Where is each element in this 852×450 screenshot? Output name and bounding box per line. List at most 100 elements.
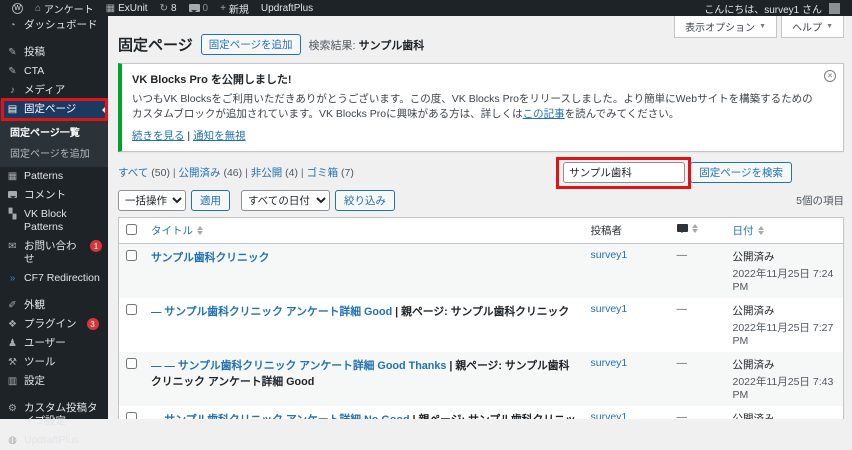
table-row: — サンプル歯科クリニック アンケート詳細 Good | 親ページ: サンプル歯…	[119, 298, 844, 352]
new-content-menu[interactable]: + 新規	[214, 1, 255, 16]
dashboard-icon: ◔	[7, 19, 18, 32]
sidebar-item-updraftplus[interactable]: ◍ UpdraftPlus	[0, 431, 108, 450]
item-count: 5個の項目	[796, 193, 844, 208]
bulk-action-select[interactable]: 一括操作	[118, 190, 186, 211]
pages-submenu: 固定ページ一覧 固定ページを追加	[0, 119, 108, 167]
table-row: — サンプル歯科クリニック アンケート詳細 No Good | 親ページ: サン…	[119, 406, 844, 419]
sidebar-item-contact[interactable]: ✉ お問い合わせ 1	[0, 237, 108, 269]
wrench-icon: ⚒	[7, 356, 18, 369]
comments-menu[interactable]: 0	[183, 3, 215, 14]
sidebar-item-pages[interactable]: ▤ 固定ページ	[0, 100, 108, 119]
plugins-badge: 3	[87, 318, 99, 330]
search-results-label: 検索結果:	[309, 40, 356, 52]
sidebar-item-users[interactable]: ♟ ユーザー	[0, 334, 108, 353]
sidebar-item-label: メディア	[24, 84, 65, 97]
table-header-row: タイトル 投稿者 日付	[119, 218, 844, 244]
author-link[interactable]: survey1	[591, 411, 628, 419]
search-input[interactable]	[563, 162, 685, 183]
search-pages-button[interactable]: 固定ページを検索	[690, 162, 792, 183]
sidebar-item-cf7-redirection[interactable]: » CF7 Redirection	[0, 269, 108, 288]
apply-button[interactable]: 適用	[191, 190, 230, 211]
updraftplus-menu[interactable]: UpdraftPlus	[255, 3, 319, 14]
page-title-link[interactable]: サンプル歯科クリニック アンケート詳細 No Good	[164, 414, 409, 419]
sidebar-item-label: カスタム投稿タイプ設定	[24, 402, 102, 428]
notice-article-link[interactable]: この記事	[523, 108, 565, 120]
sidebar-item-plugins[interactable]: ❖ プラグイン 3	[0, 315, 108, 334]
date-filter-select[interactable]: すべての日付	[241, 190, 330, 211]
filter-trash-link[interactable]: ゴミ箱	[307, 167, 339, 179]
row-checkbox[interactable]	[126, 250, 137, 261]
sidebar-item-tools[interactable]: ⚒ ツール	[0, 353, 108, 372]
publish-date: 2022年11月25日 7:27 PM	[733, 320, 837, 347]
add-page-button[interactable]: 固定ページを追加	[201, 34, 301, 55]
sidebar-item-label: CTA	[24, 65, 44, 78]
sidebar-item-cta[interactable]: ✎ CTA	[0, 62, 108, 81]
media-icon: ♪	[7, 84, 18, 97]
read-more-link[interactable]: 続きを見る	[132, 130, 185, 142]
sidebar-item-custom-post-type[interactable]: ⚙ カスタム投稿タイプ設定	[0, 399, 108, 431]
help-label: ヘルプ	[792, 19, 822, 34]
sidebar-item-label: 固定ページ	[24, 103, 76, 116]
admin-sidebar: ◔ ダッシュボード ✎ 投稿 ✎ CTA ♪ メディア ▤ 固定ページ 固定ペー…	[0, 16, 108, 419]
filter-published-link[interactable]: 公開済み	[179, 167, 221, 179]
sort-by-date[interactable]: 日付	[733, 223, 764, 238]
filter-all-link[interactable]: すべて	[118, 167, 148, 179]
select-all-checkbox[interactable]	[126, 224, 137, 235]
wp-logo-menu[interactable]: W	[6, 3, 29, 14]
sidebar-item-label: ダッシュボード	[24, 19, 98, 32]
exunit-label: ExUnit	[118, 3, 147, 14]
sidebar-item-media[interactable]: ♪ メディア	[0, 81, 108, 100]
sidebar-item-label: コメント	[24, 189, 66, 202]
author-link[interactable]: survey1	[591, 303, 628, 315]
sidebar-item-label: お問い合わせ	[24, 240, 80, 266]
publish-status: 公開済み	[733, 303, 837, 318]
contact-badge: 1	[90, 240, 102, 252]
sidebar-item-dashboard[interactable]: ◔ ダッシュボード	[0, 16, 108, 35]
row-checkbox[interactable]	[126, 304, 137, 315]
screen-options-label: 表示オプション	[685, 19, 755, 34]
help-button[interactable]: ヘルプ ▼	[781, 16, 844, 38]
updates-menu[interactable]: ↻ 8	[154, 3, 183, 14]
sidebar-item-patterns[interactable]: ▦ Patterns	[0, 167, 108, 186]
link-separator: |	[187, 130, 190, 142]
page-title-link[interactable]: サンプル歯科クリニック アンケート詳細 Good Thanks	[178, 360, 447, 372]
gear-icon: ⚙	[7, 402, 18, 415]
comment-count-dash: —	[677, 303, 688, 315]
table-row: — — サンプル歯科クリニック アンケート詳細 Good Thanks | 親ペ…	[119, 352, 844, 406]
sort-by-title[interactable]: タイトル	[151, 223, 203, 238]
author-link[interactable]: survey1	[591, 357, 628, 369]
sidebar-item-appearance[interactable]: ✐ 外観	[0, 296, 108, 315]
page-title-link[interactable]: サンプル歯科クリニック	[151, 252, 269, 264]
publish-status: 公開済み	[733, 357, 837, 372]
sidebar-item-label: VK Block Patterns	[24, 208, 102, 234]
page-title-link[interactable]: サンプル歯科クリニック アンケート詳細 Good	[164, 306, 392, 318]
author-link[interactable]: survey1	[591, 249, 628, 261]
close-icon[interactable]: ✕	[824, 70, 836, 82]
dismiss-notice-link[interactable]: 通知を無視	[193, 130, 246, 142]
submenu-item-all-pages[interactable]: 固定ページ一覧	[0, 121, 108, 142]
filter-private-link[interactable]: 非公開	[251, 167, 283, 179]
comment-count-dash: —	[677, 411, 688, 419]
notice-body: いつもVK Blocksをご利用いただきありがとうございます。この度、VK Bl…	[132, 92, 817, 122]
sidebar-item-comments[interactable]: コメント	[0, 186, 108, 205]
home-icon: ⌂	[35, 3, 41, 14]
exunit-menu[interactable]: ▦ ExUnit	[100, 3, 154, 14]
site-name-menu[interactable]: ⌂ アンケート	[29, 1, 100, 16]
exunit-icon: ▦	[106, 3, 115, 14]
row-checkbox[interactable]	[126, 412, 137, 419]
my-account-menu[interactable]: こんにちは、survey1 さん	[698, 1, 846, 16]
filter-trash-count: (7)	[341, 167, 354, 179]
submenu-item-add-page[interactable]: 固定ページを追加	[0, 142, 108, 163]
search-results-subtitle: 検索結果: サンプル歯科	[309, 37, 425, 53]
sort-by-comments[interactable]	[677, 224, 698, 233]
sidebar-item-vk-block-patterns[interactable]: ▚ VK Block Patterns	[0, 205, 108, 237]
screen-options-button[interactable]: 表示オプション ▼	[674, 16, 777, 38]
publish-date: 2022年11月25日 7:43 PM	[733, 374, 837, 401]
sidebar-item-posts[interactable]: ✎ 投稿	[0, 43, 108, 62]
comment-bubble-icon	[189, 4, 200, 12]
sidebar-item-settings[interactable]: ▥ 設定	[0, 372, 108, 391]
row-checkbox[interactable]	[126, 358, 137, 369]
filter-separator: |	[301, 167, 304, 179]
filter-button[interactable]: 絞り込み	[335, 190, 395, 211]
update-icon: ↻	[160, 3, 168, 14]
